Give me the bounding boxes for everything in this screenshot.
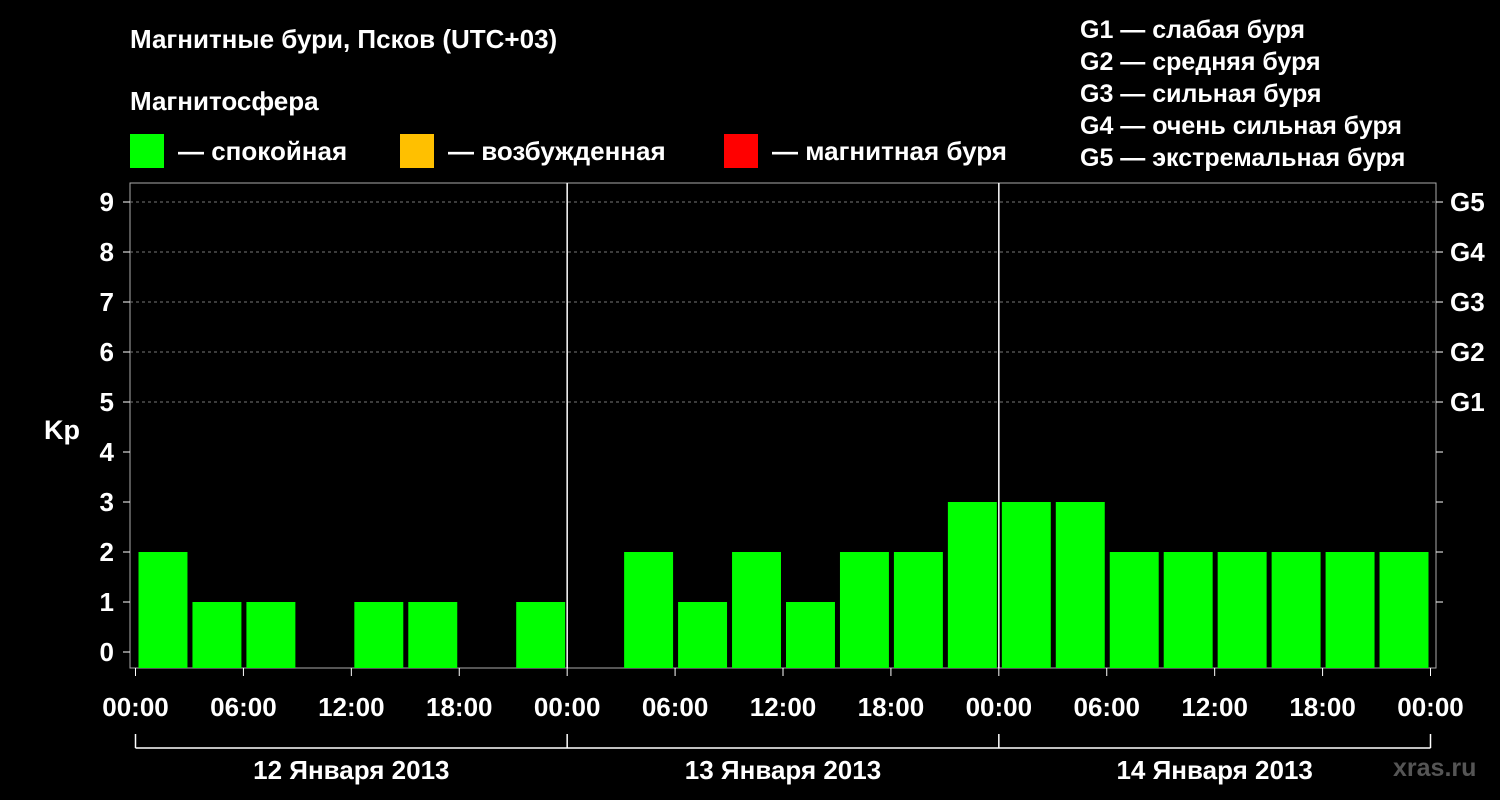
legend-item-excited: — возбужденная bbox=[400, 134, 666, 168]
y-tick-label-4: 4 bbox=[100, 437, 115, 467]
x-tick-label-4: 00:00 bbox=[534, 692, 601, 722]
legend-label-storm: — магнитная буря bbox=[772, 135, 1007, 166]
day-label-0: 12 Января 2013 bbox=[253, 755, 449, 785]
bar-22 bbox=[1325, 552, 1375, 668]
g-legend-g4: G4 — очень сильная буря bbox=[1080, 112, 1402, 140]
y-tick-label-7: 7 bbox=[100, 287, 114, 317]
x-tick-label-1: 06:00 bbox=[210, 692, 277, 722]
y-tick-label-1: 1 bbox=[100, 587, 114, 617]
bar-18 bbox=[1109, 552, 1159, 668]
bar-11 bbox=[732, 552, 781, 668]
legend-swatch-calm bbox=[130, 134, 164, 168]
x-tick-label-8: 00:00 bbox=[966, 692, 1033, 722]
y-tick-label-0: 0 bbox=[100, 637, 114, 667]
x-tick-label-0: 00:00 bbox=[102, 692, 169, 722]
bar-10 bbox=[678, 602, 728, 668]
legend-swatch-storm bbox=[724, 134, 758, 168]
bar-14 bbox=[893, 552, 943, 668]
right-tick-label-g4: G4 bbox=[1450, 237, 1485, 267]
bar-17 bbox=[1055, 502, 1105, 668]
bar-15 bbox=[947, 502, 997, 668]
bar-2 bbox=[246, 602, 296, 668]
bar-9 bbox=[624, 552, 674, 668]
legend-swatch-excited bbox=[400, 134, 434, 168]
legend-item-calm: — спокойная bbox=[130, 134, 347, 168]
y-axis-label: Kp bbox=[44, 415, 80, 445]
x-tick-label-5: 06:00 bbox=[642, 692, 709, 722]
g-scale-legend: G1 — слабая буря G2 — средняя буря G3 — … bbox=[1080, 14, 1405, 174]
right-tick-label-g2: G2 bbox=[1450, 337, 1485, 367]
bar-20 bbox=[1217, 552, 1267, 668]
watermark: xras.ru bbox=[1393, 754, 1477, 782]
right-tick-label-g5: G5 bbox=[1450, 187, 1485, 217]
chart-subtitle: Магнитосфера bbox=[130, 86, 319, 116]
g-legend-g3: G3 — сильная буря bbox=[1080, 80, 1322, 108]
bar-0 bbox=[138, 552, 188, 668]
legend-item-storm: — магнитная буря bbox=[724, 134, 1007, 168]
bar-21 bbox=[1271, 552, 1321, 668]
bar-16 bbox=[1001, 502, 1051, 668]
bar-5 bbox=[408, 602, 458, 668]
y-tick-label-9: 9 bbox=[100, 187, 114, 217]
bar-13 bbox=[839, 552, 889, 668]
bar-19 bbox=[1163, 552, 1213, 668]
x-tick-label-9: 06:00 bbox=[1074, 692, 1141, 722]
bar-23 bbox=[1379, 552, 1429, 668]
g-legend-g5: G5 — экстремальная буря bbox=[1080, 144, 1406, 172]
chart-title: Магнитные бури, Псков (UTC+03) bbox=[130, 24, 558, 54]
y-tick-label-5: 5 bbox=[100, 387, 114, 417]
bar-4 bbox=[354, 602, 404, 668]
g-legend-g1: G1 — слабая буря bbox=[1080, 16, 1306, 44]
x-tick-label-6: 12:00 bbox=[750, 692, 817, 722]
x-tick-label-10: 12:00 bbox=[1181, 692, 1248, 722]
day-label-2: 14 Января 2013 bbox=[1116, 755, 1312, 785]
legend-label-excited: — возбужденная bbox=[448, 135, 666, 166]
y-tick-label-6: 6 bbox=[100, 337, 114, 367]
y-tick-label-3: 3 bbox=[100, 487, 114, 517]
bar-12 bbox=[786, 602, 835, 668]
x-tick-label-7: 18:00 bbox=[858, 692, 925, 722]
x-tick-label-12: 00:00 bbox=[1397, 692, 1464, 722]
x-tick-label-3: 18:00 bbox=[426, 692, 493, 722]
x-tick-label-2: 12:00 bbox=[318, 692, 385, 722]
x-tick-label-11: 18:00 bbox=[1289, 692, 1356, 722]
bar-1 bbox=[192, 602, 242, 668]
day-label-1: 13 Января 2013 bbox=[685, 755, 881, 785]
bar-7 bbox=[516, 602, 566, 668]
y-tick-label-2: 2 bbox=[100, 537, 114, 567]
legend-label-calm: — спокойная bbox=[178, 135, 348, 166]
y-tick-label-8: 8 bbox=[100, 237, 114, 267]
right-tick-label-g3: G3 bbox=[1450, 287, 1485, 317]
right-tick-label-g1: G1 bbox=[1450, 387, 1485, 417]
g-legend-g2: G2 — средняя буря bbox=[1080, 48, 1321, 76]
